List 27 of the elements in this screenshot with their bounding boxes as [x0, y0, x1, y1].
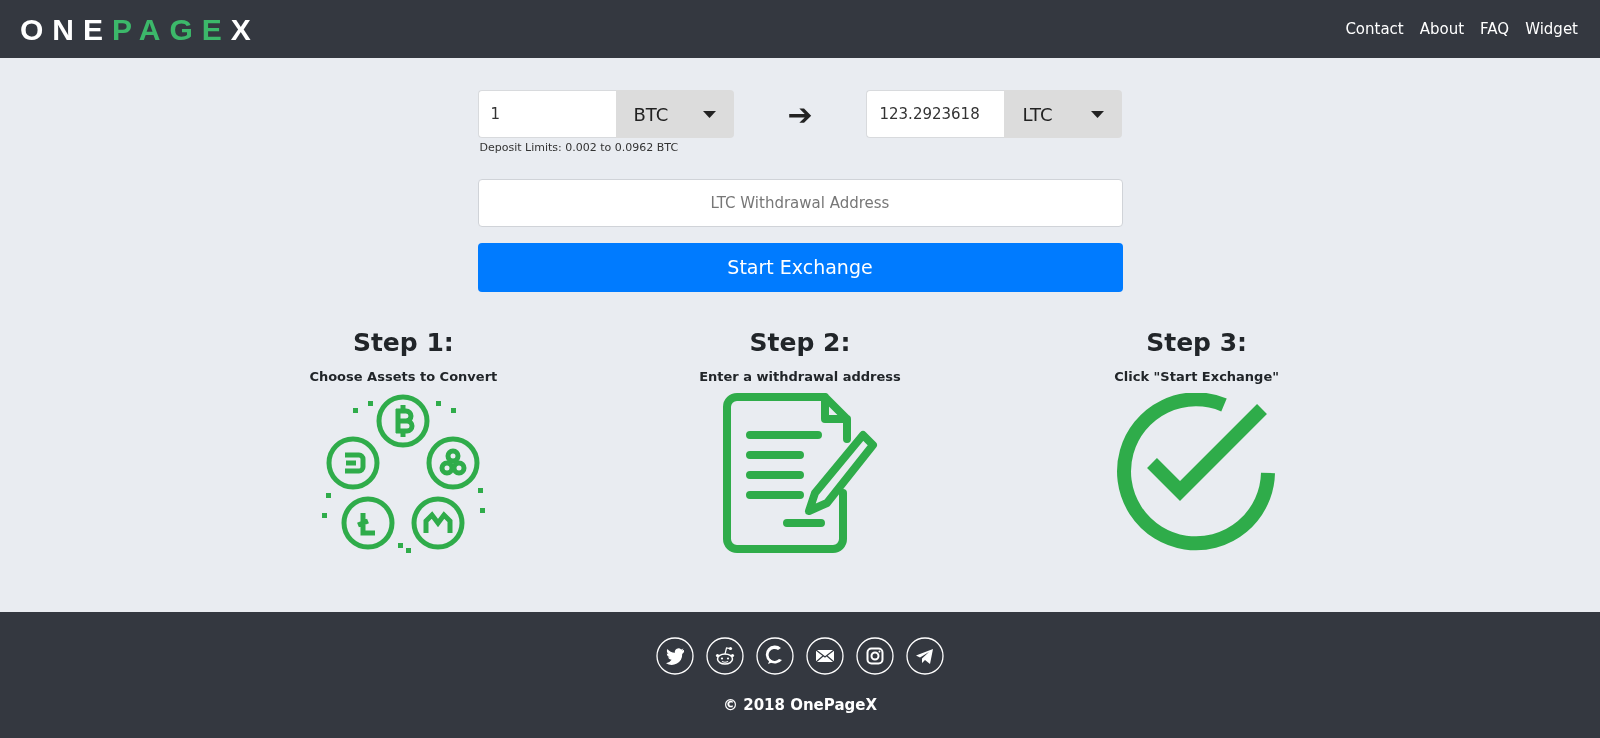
step-description: Choose Assets to Convert [309, 368, 498, 386]
reddit-icon[interactable] [706, 637, 744, 675]
currency-dropdown[interactable]: BTC [615, 90, 734, 138]
currency-dropdown[interactable]: LTC [1004, 90, 1123, 138]
logo[interactable]: ONE PAGE X [20, 6, 260, 52]
nav-link[interactable]: FAQ [1480, 17, 1510, 41]
caret-icon [702, 110, 716, 118]
nav-link[interactable]: About [1419, 17, 1465, 41]
deposit-limits: Deposit Limits: 0.002 to 0.0962 BTC [479, 140, 680, 156]
step-title: Step 1: [352, 326, 454, 359]
mail-icon[interactable] [806, 637, 844, 675]
step-title: Step 3: [1146, 326, 1248, 359]
copyright: © 2018 OnePageX [723, 695, 877, 716]
caret-icon [1091, 110, 1105, 118]
arrow-icon: ➔ [787, 91, 813, 137]
nav-link[interactable]: Contact [1345, 17, 1404, 41]
step-title: Step 2: [749, 326, 851, 359]
amount-input[interactable]: 1 [477, 90, 616, 138]
address-input[interactable]: LTC Withdrawal Address [477, 178, 1123, 227]
instagram-icon[interactable] [856, 637, 894, 675]
nav-link[interactable]: Widget [1525, 17, 1578, 41]
start-exchange-button[interactable]: Start Exchange [477, 242, 1123, 292]
step-description: Enter a withdrawal address [699, 368, 901, 386]
twitter-icon[interactable] [656, 637, 694, 675]
amount-input[interactable]: 123.2923618 [866, 90, 1005, 138]
telegram-icon[interactable] [906, 637, 944, 675]
step-description: Click "Start Exchange" [1114, 368, 1280, 386]
